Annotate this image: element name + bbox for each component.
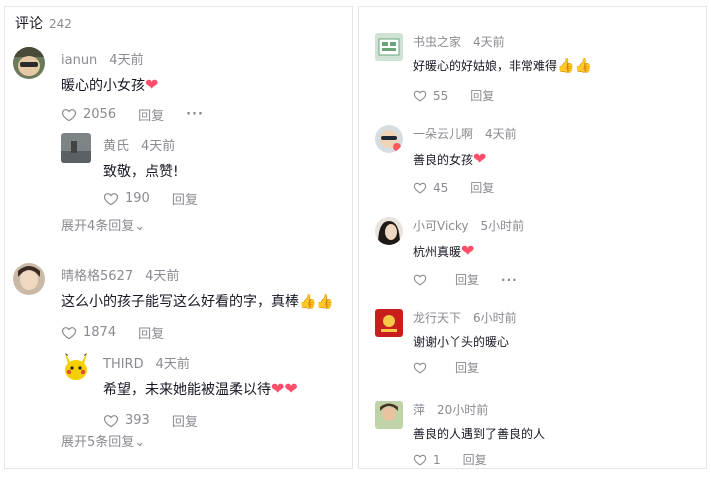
comment-actions: 1 回复 [413,451,487,468]
comments-header: 评论 242 [15,13,72,33]
thumbs-up-emoji: 👍👍 [557,58,592,74]
heart-outline-icon[interactable] [61,107,77,123]
avatar[interactable] [375,401,403,429]
comments-count: 242 [49,17,72,31]
heart-emoji: ❤ [461,241,475,260]
heart-outline-icon[interactable] [61,325,77,341]
heart-outline-icon[interactable] [413,181,427,195]
like-button[interactable]: 1874 [61,325,116,341]
reply-button[interactable]: 回复 [172,411,198,430]
comment-text: 暖心的小女孩❤ [61,75,159,94]
avatar[interactable] [375,309,403,337]
heart-emoji: ❤❤ [271,379,298,398]
comment-panel-left: 评论 242 ianun 4天前 暖心的小女孩❤ 2056 回复 ··· 黄氏 4天前… [4,6,353,469]
comment-text: 这么小的孩子能写这么好看的字，真棒👍👍 [61,294,334,310]
heart-outline-icon[interactable] [103,191,119,207]
comment-author[interactable]: 萍 20小时前 [413,401,488,418]
reply-button[interactable]: 回复 [455,359,479,376]
reply-button[interactable]: 回复 [138,105,164,124]
comment-author[interactable]: 一朵云儿啊 4天前 [413,125,517,142]
comment-author[interactable]: 龙行天下 6小时前 [413,309,517,326]
avatar[interactable] [61,133,91,163]
reply-button[interactable]: 回复 [138,323,164,342]
like-button[interactable]: 190 [103,191,150,207]
avatar[interactable] [375,125,403,153]
thumbs-up-emoji: 👍👍 [299,294,334,310]
more-icon[interactable]: ··· [186,107,204,122]
reply-button[interactable]: 回复 [470,179,494,196]
comment-author[interactable]: 晴格格5627 4天前 [61,265,179,284]
comment-author[interactable]: 黄氏 4天前 [103,135,175,154]
like-button[interactable]: 45 [413,181,448,195]
comment-actions: 393 回复 [103,411,198,430]
comment-panel-right: 书虫之家 4天前 好暖心的好姑娘，非常难得👍👍 55 回复 一朵云儿啊 4天前 善良… [358,6,707,469]
like-button[interactable]: 1 [413,453,441,467]
comment-author[interactable]: 书虫之家 4天前 [413,33,505,50]
comment-author[interactable]: THIRD 4天前 [103,353,190,372]
pikachu-avatar[interactable] [61,351,91,381]
comment-actions: 回复 ··· [413,271,518,288]
heart-outline-icon[interactable] [413,89,427,103]
reply-button[interactable]: 回复 [470,87,494,104]
comment-text: 杭州真暖❤ [413,241,475,260]
heart-emoji: ❤ [145,75,159,94]
comment-text: 致敬，点赞! [103,164,179,180]
avatar[interactable] [375,217,403,245]
comments-title: 评论 [15,16,43,32]
reply-button[interactable]: 回复 [463,451,487,468]
avatar[interactable] [375,33,403,61]
avatar[interactable] [13,263,45,295]
comment-text: 善良的女孩❤ [413,149,487,168]
comment-actions: 2056 回复 ··· [61,105,204,124]
comment-actions: 1874 回复 [61,323,164,342]
like-button[interactable]: 55 [413,89,448,103]
comment-actions: 190 回复 [103,189,198,208]
expand-replies-button[interactable]: 展开5条回复⌄ [61,431,145,450]
comment-author[interactable]: 小可Vicky 5小时前 [413,217,524,234]
comment-actions: 回复 [413,359,479,376]
heart-emoji: ❤ [473,149,487,168]
comment-author[interactable]: ianun 4天前 [61,49,144,68]
comment-actions: 55 回复 [413,87,494,104]
expand-replies-button[interactable]: 展开4条回复⌄ [61,215,145,234]
comment-text: 好暖心的好姑娘，非常难得👍👍 [413,58,592,74]
heart-outline-icon[interactable] [413,273,427,287]
like-button[interactable]: 2056 [61,107,116,123]
heart-outline-icon[interactable] [413,453,427,467]
heart-outline-icon[interactable] [103,413,119,429]
avatar[interactable] [13,47,45,79]
like-button[interactable] [413,273,433,287]
comment-text: 谢谢小丫头的暖心 [413,335,510,349]
comment-text: 希望，未来她能被温柔以待❤❤ [103,379,298,398]
comment-text: 善良的人遇到了善良的人 [413,427,546,441]
like-button[interactable] [413,361,433,375]
reply-button[interactable]: 回复 [455,271,479,288]
reply-button[interactable]: 回复 [172,189,198,208]
more-icon[interactable]: ··· [501,273,518,287]
comment-actions: 45 回复 [413,179,494,196]
heart-outline-icon[interactable] [413,361,427,375]
like-button[interactable]: 393 [103,413,150,429]
